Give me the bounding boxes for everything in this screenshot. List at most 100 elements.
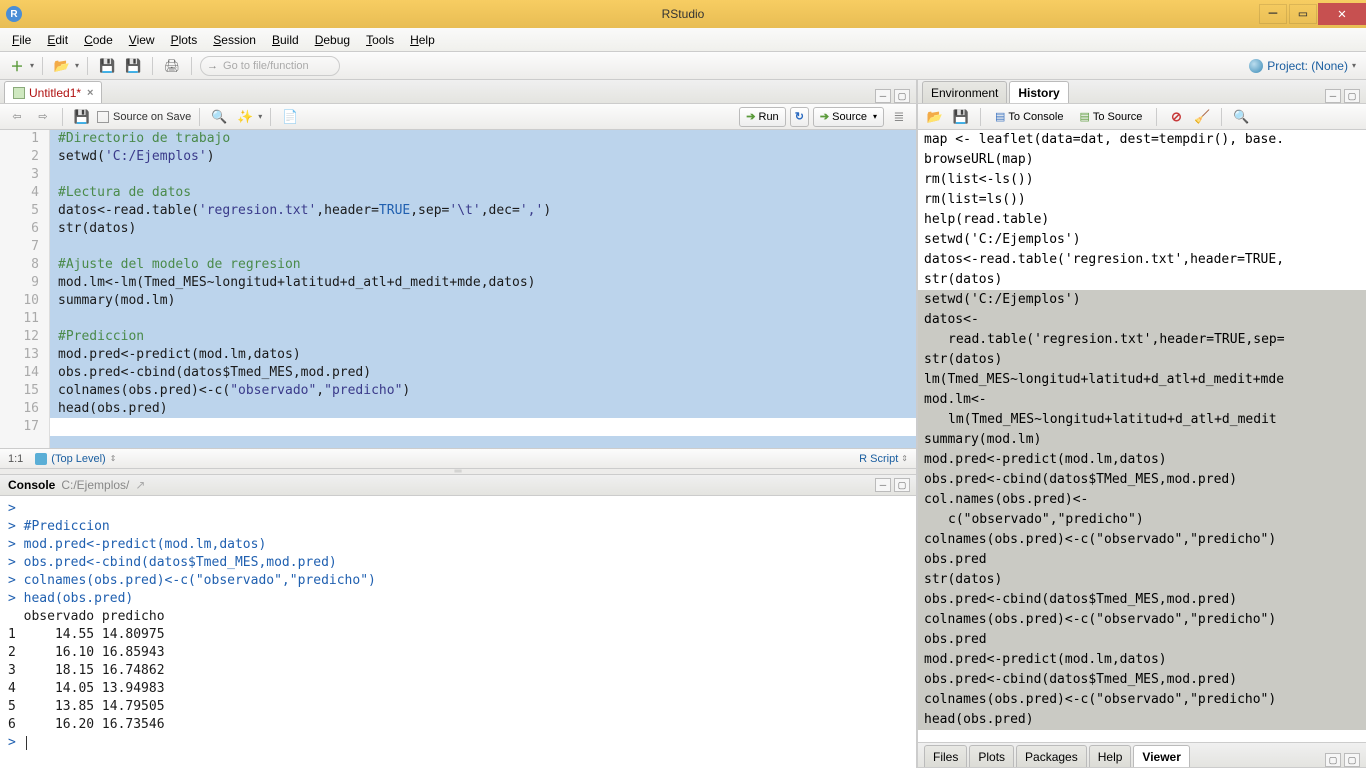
tab-environment[interactable]: Environment — [922, 81, 1007, 103]
syntax-mode-selector[interactable]: R Script ⇕ — [859, 453, 908, 465]
console-body[interactable]: >> #Prediccion> mod.pred<-predict(mod.lm… — [0, 496, 916, 768]
minimize-button[interactable]: ─ — [1259, 4, 1287, 24]
files-plots-tabs: Files Plots Packages Help Viewer ▢ ▢ — [918, 742, 1366, 768]
env-history-tabs: Environment History ─ ▢ — [918, 80, 1366, 104]
source-toolbar: ⇦ ⇨ 💾 Source on Save 🔍 ✨▾ 📄 ➔Run ↻ ➔Sour… — [0, 104, 916, 130]
source-pane: Untitled1* × ─ ▢ ⇦ ⇨ 💾 Source on Save 🔍 … — [0, 80, 916, 468]
to-source-button[interactable]: ▤To Source — [1073, 107, 1148, 127]
tab-files[interactable]: Files — [924, 745, 967, 767]
goto-file-input[interactable]: Go to file/function — [200, 56, 340, 76]
menu-edit[interactable]: Edit — [39, 31, 76, 49]
run-button[interactable]: ➔Run — [739, 107, 785, 127]
pane-maximize-button[interactable]: ▢ — [1344, 753, 1360, 767]
code-area[interactable]: #Directorio de trabajosetwd('C:/Ejemplos… — [50, 130, 916, 448]
separator — [199, 108, 200, 126]
open-file-button[interactable]: 📂▾ — [51, 56, 79, 76]
pane-maximize-button[interactable]: ▢ — [894, 478, 910, 492]
separator — [191, 57, 192, 75]
menu-code[interactable]: Code — [76, 31, 121, 49]
back-button[interactable]: ⇦ — [6, 107, 28, 127]
pane-window-controls: ─ ▢ — [875, 89, 910, 103]
tab-plots[interactable]: Plots — [969, 745, 1014, 767]
source-on-save-label: Source on Save — [113, 111, 191, 123]
close-button[interactable]: ✕ — [1318, 3, 1366, 25]
save-source-button[interactable]: 💾 — [71, 107, 93, 127]
close-tab-icon[interactable]: × — [87, 87, 93, 99]
menu-view[interactable]: View — [121, 31, 163, 49]
gutter: 1234567891011121314151617 — [0, 130, 50, 448]
menu-build[interactable]: Build — [264, 31, 307, 49]
tab-environment-label: Environment — [931, 86, 998, 100]
history-toolbar: 📂 💾 ▤To Console ▤To Source ⊘ 🧹 🔍 — [918, 104, 1366, 130]
menu-tools[interactable]: Tools — [358, 31, 402, 49]
separator — [42, 57, 43, 75]
source-tab-untitled1[interactable]: Untitled1* × — [4, 81, 102, 103]
console-title: Console — [8, 478, 55, 492]
tab-history-label: History — [1018, 86, 1059, 100]
pane-minimize-button[interactable]: ▢ — [1325, 753, 1341, 767]
rerun-button[interactable]: ↻ — [790, 107, 809, 127]
pane-window-controls: ▢ ▢ — [1325, 753, 1360, 767]
print-button[interactable]: 🖨 — [161, 56, 183, 76]
menu-session[interactable]: Session — [205, 31, 264, 49]
tab-packages[interactable]: Packages — [1016, 745, 1087, 767]
window-titlebar: R RStudio ─ ▭ ✕ — [0, 0, 1366, 28]
history-body[interactable]: map <- leaflet(data=dat, dest=tempdir(),… — [918, 130, 1366, 742]
separator — [1221, 108, 1222, 126]
code-editor[interactable]: 1234567891011121314151617 #Directorio de… — [0, 130, 916, 448]
save-history-button[interactable]: 💾 — [950, 107, 972, 127]
project-label: Project: (None) — [1267, 59, 1348, 73]
wand-button[interactable]: ✨▾ — [234, 107, 262, 127]
pane-maximize-button[interactable]: ▢ — [894, 89, 910, 103]
main-layout: Untitled1* × ─ ▢ ⇦ ⇨ 💾 Source on Save 🔍 … — [0, 80, 1366, 768]
new-file-button[interactable]: ＋▾ — [6, 56, 34, 76]
search-history-button[interactable]: 🔍 — [1230, 107, 1252, 127]
project-menu[interactable]: Project: (None) ▾ — [1249, 59, 1356, 73]
clear-history-button[interactable]: 🧹 — [1191, 107, 1213, 127]
editor-statusbar: 1:1 (Top Level) ⇕ R Script ⇕ — [0, 448, 916, 468]
tab-help[interactable]: Help — [1089, 745, 1132, 767]
pane-minimize-button[interactable]: ─ — [875, 89, 891, 103]
pane-window-controls: ─ ▢ — [1325, 89, 1360, 103]
menu-plots[interactable]: Plots — [163, 31, 206, 49]
console-pane: Console C:/Ejemplos/ ↗ ─ ▢ >> #Prediccio… — [0, 474, 916, 768]
console-path: C:/Ejemplos/ — [61, 478, 129, 492]
menu-help[interactable]: Help — [402, 31, 443, 49]
window-controls: ─ ▭ ✕ — [1258, 3, 1366, 25]
pane-window-controls: ─ ▢ — [875, 478, 910, 492]
menu-debug[interactable]: Debug — [307, 31, 358, 49]
source-on-save-checkbox[interactable] — [97, 111, 109, 123]
outline-button[interactable]: ≣ — [888, 107, 910, 127]
history-pane: Environment History ─ ▢ 📂 💾 ▤To Console … — [918, 80, 1366, 742]
maximize-button[interactable]: ▭ — [1289, 4, 1317, 24]
function-icon — [35, 453, 47, 465]
console-header: Console C:/Ejemplos/ ↗ ─ ▢ — [0, 474, 916, 496]
tab-viewer[interactable]: Viewer — [1133, 745, 1189, 767]
separator — [62, 108, 63, 126]
source-tab-label: Untitled1* — [29, 86, 81, 100]
window-title: RStudio — [662, 7, 705, 21]
load-history-button[interactable]: 📂 — [924, 107, 946, 127]
source-button[interactable]: ➔Source▾ — [813, 107, 884, 127]
document-icon — [13, 87, 25, 99]
to-console-button[interactable]: ▤To Console — [989, 107, 1069, 127]
save-all-button[interactable]: 💾 — [122, 56, 144, 76]
separator — [152, 57, 153, 75]
left-column: Untitled1* × ─ ▢ ⇦ ⇨ 💾 Source on Save 🔍 … — [0, 80, 918, 768]
notebook-button[interactable]: 📄 — [279, 107, 301, 127]
pane-maximize-button[interactable]: ▢ — [1344, 89, 1360, 103]
scope-indicator[interactable]: (Top Level) ⇕ — [35, 453, 116, 465]
find-button[interactable]: 🔍 — [208, 107, 230, 127]
delete-entry-button[interactable]: ⊘ — [1165, 107, 1187, 127]
right-column: Environment History ─ ▢ 📂 💾 ▤To Console … — [918, 80, 1366, 768]
separator — [87, 57, 88, 75]
pane-minimize-button[interactable]: ─ — [875, 478, 891, 492]
separator — [980, 108, 981, 126]
save-button[interactable]: 💾 — [96, 56, 118, 76]
forward-button[interactable]: ⇨ — [32, 107, 54, 127]
pane-minimize-button[interactable]: ─ — [1325, 89, 1341, 103]
menu-file[interactable]: File — [4, 31, 39, 49]
menubar: File Edit Code View Plots Session Build … — [0, 28, 1366, 52]
tab-history[interactable]: History — [1009, 81, 1068, 103]
source-tabs: Untitled1* × ─ ▢ — [0, 80, 916, 104]
